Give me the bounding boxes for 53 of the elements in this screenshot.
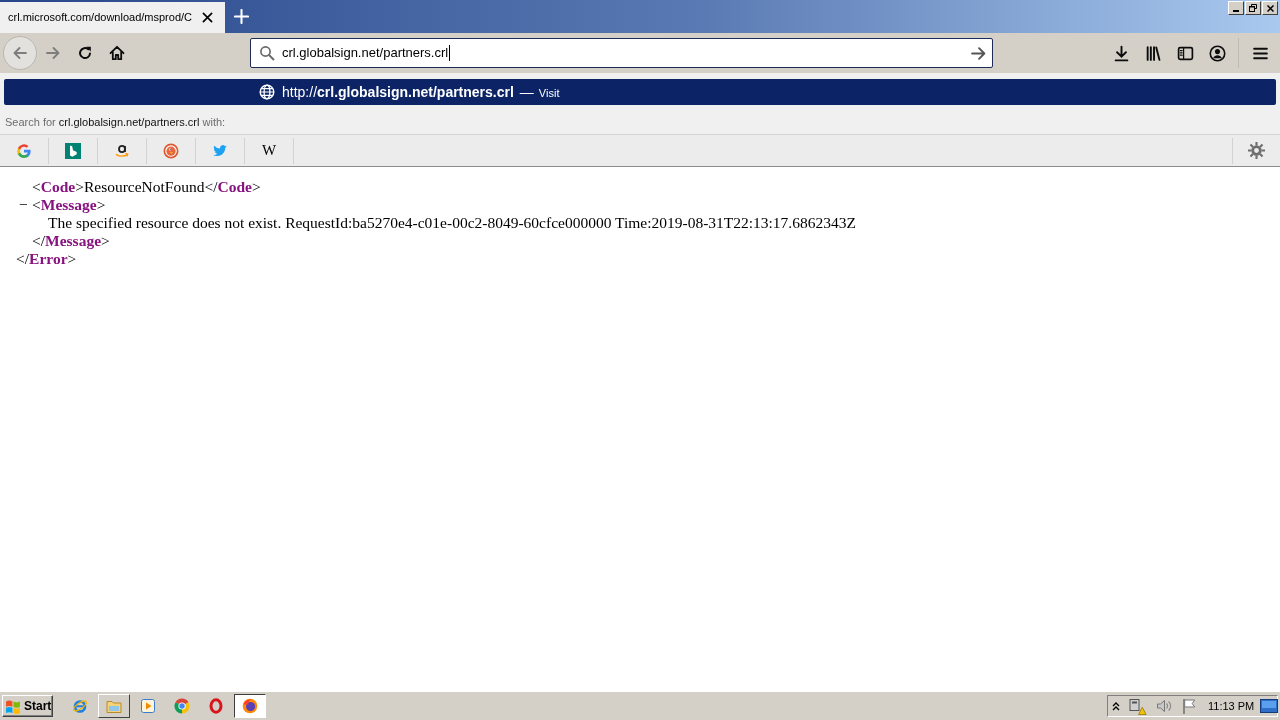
search-hint: Search for crl.globalsign.net/partners.crl with: [5, 114, 226, 130]
minimize-icon [1233, 10, 1239, 12]
flame-globe-icon [242, 698, 258, 714]
xml-open-tag: <Message> [32, 196, 106, 214]
home-icon [109, 45, 125, 61]
account-icon [1208, 44, 1226, 62]
suggestion-action: Visit [538, 85, 560, 101]
bird-icon [212, 142, 228, 159]
duck-disc-icon [163, 142, 179, 159]
network-warning-icon[interactable] [1129, 697, 1147, 715]
g-logo-icon [16, 142, 32, 159]
play-icon [140, 698, 156, 714]
chevron-up-icon[interactable] [1112, 700, 1120, 712]
xml-line: <Code>ResourceNotFound</Code> [32, 178, 261, 196]
speaker-icon[interactable] [1156, 698, 1172, 714]
globe-icon [259, 84, 275, 100]
browser-icon [72, 698, 88, 714]
start-button[interactable]: Start [2, 695, 53, 717]
taskbar-button[interactable] [234, 694, 266, 718]
search-engine-button[interactable]: W [245, 137, 294, 164]
flag-icon[interactable] [1181, 698, 1197, 714]
xml-close-tag: </Error> [16, 250, 77, 268]
plus-icon[interactable] [234, 9, 249, 24]
close-window-button[interactable] [1262, 1, 1278, 15]
url-suggestion[interactable]: http://crl.globalsign.net/partners.crl — Visit [4, 79, 1276, 105]
close-icon [1266, 4, 1274, 12]
folder-icon [106, 698, 122, 714]
reload-icon [77, 45, 93, 61]
suggestion-separator: — [519, 82, 534, 102]
back-arrow-icon [12, 45, 28, 61]
address-field[interactable]: crl.globalsign.net/partners.crl [250, 38, 993, 68]
segmented-circle-icon [174, 698, 190, 714]
b-tile-icon [65, 142, 81, 159]
clock: 11:13 PM [1208, 698, 1255, 714]
restore-button[interactable] [1245, 1, 1261, 15]
go-arrow-icon[interactable] [970, 44, 987, 62]
ring-icon [208, 698, 224, 714]
sidebar-icon [1176, 44, 1194, 62]
forward-arrow-icon [45, 45, 61, 61]
restore-icon [1249, 4, 1257, 12]
minimize-button[interactable] [1228, 1, 1244, 15]
show-desktop-icon[interactable] [1260, 698, 1279, 714]
suggestion-url: http://crl.globalsign.net/partners.crl [282, 82, 514, 102]
library-icon [1144, 44, 1162, 62]
settings-icon [1248, 142, 1265, 159]
collapse-toggle[interactable]: − [19, 196, 32, 214]
close-icon[interactable] [202, 12, 213, 23]
download-icon [1112, 44, 1130, 62]
browser-tab[interactable]: crl.microsoft.com/download/msprod/C [0, 2, 225, 33]
xml-close-tag: </Message> [32, 232, 110, 250]
smile-arrow-icon [114, 142, 130, 159]
xml-line: The specified resource does not exist. RequestId:ba5270e4-c01e-00c2-8049-60cfce000000 Time:2019-08-31T22:13:17.6862343Z [48, 214, 856, 232]
search-icon [259, 45, 275, 61]
